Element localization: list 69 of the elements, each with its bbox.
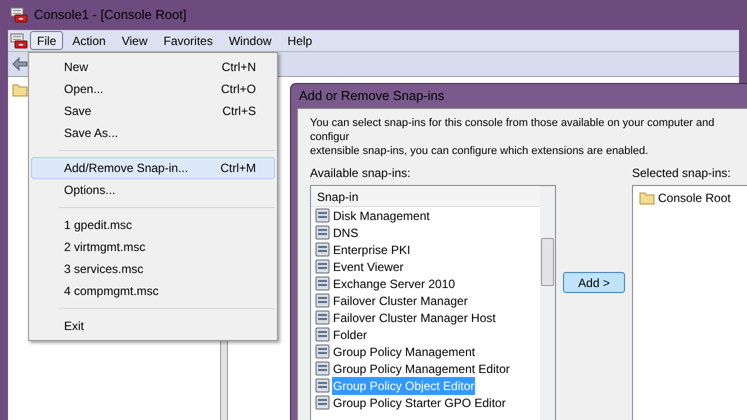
menu-entry-label: 3 services.msc [64, 261, 144, 278]
menu-item[interactable]: Window [222, 31, 279, 50]
list-item[interactable]: Enterprise PKI [332, 240, 412, 258]
menu-entry[interactable]: 1 gpedit.msc [31, 214, 275, 236]
menu-entry-label: New [64, 59, 88, 76]
window-title: Console1 - [Console Root] [34, 6, 186, 24]
dialog-title: Add or Remove Snap-ins [299, 87, 444, 106]
list-item[interactable]: Folder [332, 326, 368, 344]
list-item[interactable]: Event Viewer [332, 258, 404, 276]
menu-entry[interactable]: Exit [31, 315, 275, 337]
folder-icon [639, 190, 655, 204]
snap-in-icon [315, 327, 330, 342]
snap-in-icon [315, 276, 330, 291]
add-button[interactable]: Add > [563, 272, 625, 293]
column-header[interactable]: Snap-in [311, 187, 540, 207]
selected-label: Selected snap-ins: [632, 165, 732, 182]
snap-in-icon [315, 293, 330, 308]
menu-item[interactable]: Help [280, 31, 320, 50]
menu-entry-label: 2 virtmgmt.msc [64, 239, 146, 256]
menu-entry-label: Save [64, 103, 92, 120]
back-arrow-icon[interactable] [12, 57, 28, 71]
menu-item[interactable]: File [30, 31, 64, 50]
snap-in-icon [315, 344, 330, 359]
list-item[interactable]: Failover Cluster Manager [332, 292, 469, 310]
menu-entry[interactable]: 2 virtmgmt.msc [31, 236, 275, 258]
shortcut-text: Ctrl+M [220, 160, 256, 177]
shortcut-text: Ctrl+O [220, 81, 256, 98]
menu-entry[interactable]: New Ctrl+N [31, 56, 275, 78]
list-item[interactable]: Console Root [658, 188, 731, 206]
menu-entry[interactable]: 3 services.msc [31, 258, 275, 280]
menu-entry[interactable]: Open... Ctrl+O [31, 78, 275, 100]
menu-entry-label: Add/Remove Snap-in... [64, 160, 188, 177]
scrollbar[interactable] [540, 186, 555, 420]
menu-entry[interactable]: Save Ctrl+S [31, 100, 275, 122]
menu-entry[interactable]: Save As... [31, 122, 275, 144]
menu-entry[interactable]: 4 compmgmt.msc [31, 280, 275, 302]
list-item[interactable]: DNS [332, 224, 360, 242]
menu-entry-label: Options... [64, 182, 116, 199]
snap-in-icon [315, 259, 330, 274]
list-item[interactable]: Disk Management [332, 206, 431, 224]
snap-in-icon [315, 242, 330, 257]
menu-item[interactable]: View [114, 31, 154, 50]
menu-entry[interactable]: Options... [31, 179, 275, 201]
menu-entry-label: Open... [64, 81, 104, 98]
menu-entry[interactable]: Add/Remove Snap-in... Ctrl+M [31, 157, 275, 179]
menu-item[interactable]: Favorites [156, 31, 220, 50]
description-text: extensible snap-ins, you can configure which extensions are enabled. [310, 144, 650, 158]
snap-in-icon [315, 208, 330, 223]
list-item[interactable]: Failover Cluster Manager Host [332, 308, 497, 326]
snap-in-icon [315, 395, 330, 410]
snap-in-icon [315, 378, 330, 393]
list-item[interactable]: Group Policy Management Editor [332, 360, 511, 378]
folder-icon [12, 83, 28, 97]
shortcut-text: Ctrl+N [222, 59, 256, 76]
console-icon [10, 32, 28, 48]
snap-in-icon [315, 361, 330, 376]
list-item[interactable]: Exchange Server 2010 [332, 274, 456, 292]
app-icon [10, 7, 28, 23]
menu-item[interactable]: Action [65, 31, 113, 50]
list-item[interactable]: Group Policy Starter GPO Editor [332, 394, 507, 412]
menu-entry-label: 1 gpedit.msc [64, 217, 132, 234]
snap-in-icon [315, 310, 330, 325]
menu-entry-label: 4 compmgmt.msc [64, 283, 159, 300]
shortcut-text: Ctrl+S [222, 103, 256, 120]
menu-entry-label: Save As... [64, 125, 118, 142]
snap-in-icon [315, 225, 330, 240]
list-item[interactable]: Group Policy Management [332, 342, 476, 360]
menu-entry-label: Exit [64, 318, 84, 335]
available-label: Available snap-ins: [310, 165, 412, 182]
